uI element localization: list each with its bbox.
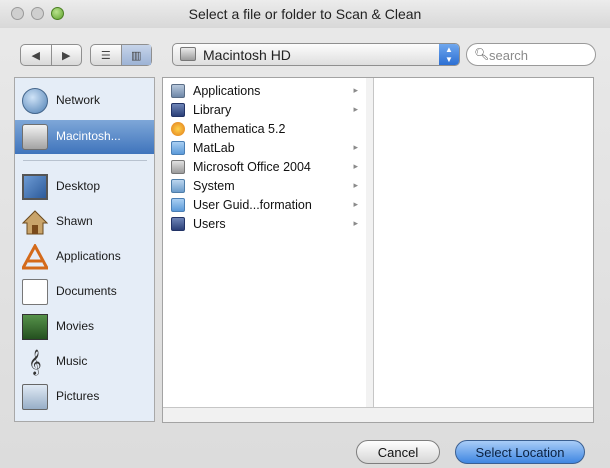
disclosure-arrow-icon: ▸	[353, 142, 358, 152]
browser-column-root: Applications ▸ Library ▸ Mathematica 5.2…	[163, 78, 367, 422]
applications-icon	[22, 244, 48, 270]
back-arrow-icon: ◀	[31, 49, 40, 62]
list-view-icon: ☰	[100, 49, 111, 62]
sidebar-item-label: Pictures	[56, 389, 100, 403]
disclosure-arrow-icon: ▸	[353, 104, 358, 114]
applications-folder-icon	[171, 84, 185, 98]
horizontal-scrollbar[interactable]	[163, 407, 593, 422]
item-label: Mathematica 5.2	[193, 122, 286, 136]
list-item[interactable]: Applications ▸	[163, 82, 366, 101]
column-browser: Applications ▸ Library ▸ Mathematica 5.2…	[162, 77, 594, 423]
item-label: Library	[193, 103, 232, 117]
sidebar-item-network[interactable]: Network	[15, 84, 154, 118]
sidebar-item-label: Desktop	[56, 179, 101, 193]
hard-disk-icon	[22, 124, 48, 150]
sidebar-item-label: Macintosh...	[56, 129, 121, 143]
list-item[interactable]: Library ▸	[163, 101, 366, 120]
home-icon	[22, 210, 48, 235]
location-label: Macintosh HD	[203, 47, 291, 63]
list-item[interactable]: Mathematica 5.2	[163, 120, 366, 139]
sidebar-item-label: Applications	[56, 249, 121, 263]
sidebar-item-label: Documents	[56, 284, 117, 298]
list-item[interactable]: MatLab ▸	[163, 139, 366, 158]
column-resize-handle[interactable]	[366, 78, 373, 422]
sidebar-divider	[23, 160, 147, 161]
pictures-icon	[22, 384, 48, 410]
cancel-button[interactable]: Cancel	[356, 440, 440, 464]
list-item[interactable]: Users ▸	[163, 215, 366, 234]
browser-column-empty	[373, 78, 594, 422]
sidebar-item-label: Shawn	[56, 214, 93, 228]
list-item[interactable]: System ▸	[163, 177, 366, 196]
forward-button[interactable]: ▶	[50, 45, 82, 65]
desktop-icon	[22, 174, 48, 200]
sidebar-item-shawn[interactable]: Shawn	[15, 205, 154, 239]
item-label: Users	[193, 217, 226, 231]
item-label: User Guid...formation	[193, 198, 312, 212]
sidebar: Network Macintosh... Desktop Shawn Appli…	[14, 77, 155, 422]
library-folder-icon	[171, 103, 185, 117]
location-popup[interactable]: Macintosh HD ▲ ▼	[172, 43, 460, 66]
title-bar: Select a file or folder to Scan & Clean	[0, 0, 610, 28]
sidebar-item-music[interactable]: 𝄞 Music	[15, 345, 154, 379]
back-button[interactable]: ◀	[21, 45, 51, 65]
select-location-button[interactable]: Select Location	[455, 440, 585, 464]
column-view-icon: ▥	[131, 49, 142, 62]
sidebar-item-documents[interactable]: Documents	[15, 275, 154, 309]
popup-arrows-icon: ▲ ▼	[439, 44, 459, 65]
item-label: Applications	[193, 84, 261, 98]
item-label: Microsoft Office 2004	[193, 160, 311, 174]
search-field[interactable]: 🔍︎	[466, 43, 596, 66]
disclosure-arrow-icon: ▸	[353, 180, 358, 190]
disclosure-arrow-icon: ▸	[353, 199, 358, 209]
view-switcher: ☰ ▥	[90, 44, 152, 66]
sidebar-item-desktop[interactable]: Desktop	[15, 170, 154, 204]
system-folder-icon	[171, 179, 185, 193]
sidebar-item-label: Network	[56, 93, 101, 107]
mathematica-icon	[171, 122, 185, 136]
sidebar-item-movies[interactable]: Movies	[15, 310, 154, 344]
open-dialog-window: Select a file or folder to Scan & Clean …	[0, 0, 610, 468]
search-input[interactable]	[487, 46, 591, 64]
forward-arrow-icon: ▶	[62, 49, 71, 62]
hard-disk-icon	[180, 47, 196, 61]
folder-icon	[171, 141, 185, 155]
sidebar-item-label: Music	[56, 354, 88, 368]
disclosure-arrow-icon: ▸	[353, 161, 358, 171]
network-globe-icon	[22, 88, 48, 114]
list-view-button[interactable]: ☰	[91, 45, 121, 65]
sidebar-item-label: Movies	[56, 319, 95, 333]
list-item[interactable]: User Guid...formation ▸	[163, 196, 366, 215]
disclosure-arrow-icon: ▸	[353, 85, 358, 95]
documents-icon	[22, 279, 48, 305]
list-item[interactable]: Microsoft Office 2004 ▸	[163, 158, 366, 177]
sidebar-item-macintosh-hd[interactable]: Macintosh...	[15, 120, 154, 154]
sidebar-item-applications[interactable]: Applications	[15, 240, 154, 274]
music-icon: 𝄞	[28, 349, 42, 374]
window-title: Select a file or folder to Scan & Clean	[188, 6, 422, 22]
sidebar-item-pictures[interactable]: Pictures	[15, 380, 154, 414]
office-folder-icon	[171, 160, 185, 174]
nav-buttons: ◀ ▶	[20, 44, 82, 66]
item-label: System	[193, 179, 235, 193]
toolbar: ◀ ▶ ☰ ▥ Macintosh HD ▲ ▼ 🔍︎	[0, 43, 610, 74]
users-folder-icon	[171, 217, 185, 231]
movies-icon	[22, 314, 48, 340]
folder-icon	[171, 198, 185, 212]
item-label: MatLab	[193, 141, 235, 155]
column-view-button[interactable]: ▥	[120, 45, 151, 65]
disclosure-arrow-icon: ▸	[353, 218, 358, 228]
